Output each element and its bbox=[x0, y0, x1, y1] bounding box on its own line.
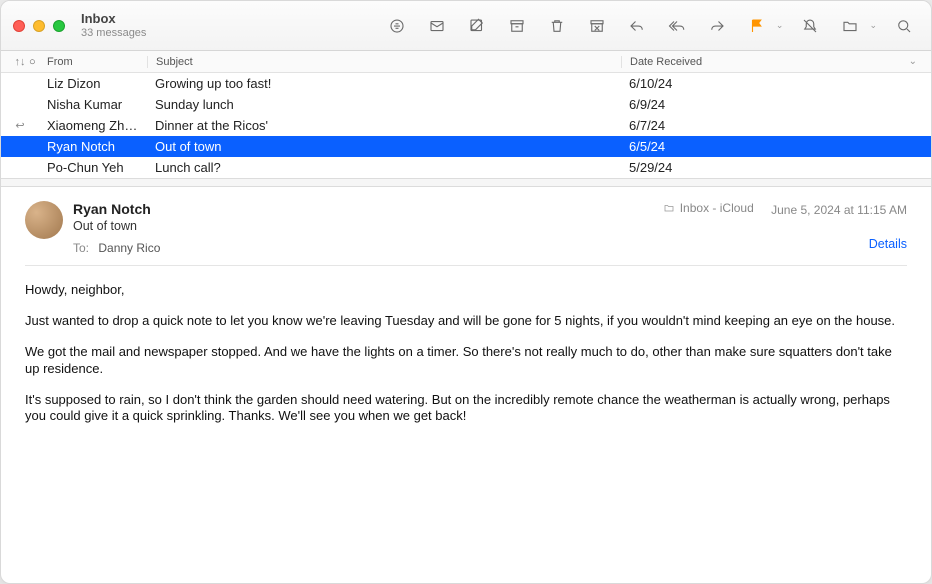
move-button[interactable] bbox=[835, 12, 865, 40]
bell-off-icon bbox=[801, 17, 819, 35]
message-subject: Out of town bbox=[73, 219, 663, 233]
row-from: Nisha Kumar bbox=[43, 97, 147, 112]
trash-icon bbox=[548, 17, 566, 35]
sender-name: Ryan Notch bbox=[73, 201, 663, 217]
subject-column-header[interactable]: Subject bbox=[147, 56, 621, 68]
compose-icon bbox=[468, 17, 486, 35]
flag-button[interactable] bbox=[742, 12, 772, 40]
message-row[interactable]: Liz DizonGrowing up too fast!6/10/24 bbox=[1, 73, 931, 94]
reply-icon bbox=[628, 17, 646, 35]
body-paragraph: We got the mail and newspaper stopped. A… bbox=[25, 344, 907, 378]
from-column-header[interactable]: From bbox=[43, 56, 147, 68]
filter-button[interactable] bbox=[382, 12, 412, 40]
date-column-label: Date Received bbox=[630, 56, 702, 68]
folder-icon bbox=[841, 17, 859, 35]
mailbox-name: Inbox - iCloud bbox=[680, 201, 754, 215]
row-date: 6/7/24 bbox=[621, 118, 921, 133]
delete-button[interactable] bbox=[542, 12, 572, 40]
replied-icon: ↩ bbox=[11, 119, 29, 132]
row-from: Liz Dizon bbox=[43, 76, 147, 91]
message-header: Ryan Notch Out of town To: Danny Rico In… bbox=[25, 201, 907, 255]
message-body: Howdy, neighbor, Just wanted to drop a qu… bbox=[25, 282, 907, 425]
message-row[interactable]: Po-Chun YehLunch call?5/29/24 bbox=[1, 157, 931, 178]
close-window-button[interactable] bbox=[13, 20, 25, 32]
mailbox-location: Inbox - iCloud bbox=[663, 201, 754, 215]
window-controls bbox=[13, 20, 65, 32]
archive-button[interactable] bbox=[502, 12, 532, 40]
message-row[interactable]: ↩ Xiaomeng Zh…Dinner at the Ricos'6/7/24 bbox=[1, 115, 931, 136]
junk-icon bbox=[588, 17, 606, 35]
forward-icon bbox=[708, 17, 726, 35]
message-row[interactable]: Ryan NotchOut of town6/5/24 bbox=[1, 136, 931, 157]
row-date: 6/10/24 bbox=[621, 76, 921, 91]
move-menu-chevron-icon[interactable]: ⌄ bbox=[869, 20, 877, 31]
filter-icon bbox=[388, 17, 406, 35]
search-icon bbox=[895, 17, 913, 35]
message-list: Liz DizonGrowing up too fast!6/10/24Nish… bbox=[1, 73, 931, 178]
row-date: 6/5/24 bbox=[621, 139, 921, 154]
message-timestamp: June 5, 2024 at 11:15 AM bbox=[771, 203, 907, 217]
zoom-window-button[interactable] bbox=[53, 20, 65, 32]
envelope-icon bbox=[428, 17, 446, 35]
mail-window: Inbox 33 messages bbox=[0, 0, 932, 584]
forward-button[interactable] bbox=[702, 12, 732, 40]
body-paragraph: It's supposed to rain, so I don't think … bbox=[25, 392, 907, 426]
folder-icon bbox=[663, 202, 675, 214]
flag-menu-chevron-icon[interactable]: ⌄ bbox=[776, 20, 784, 31]
message-row[interactable]: Nisha KumarSunday lunch6/9/24 bbox=[1, 94, 931, 115]
row-subject: Growing up too fast! bbox=[147, 76, 621, 91]
to-label: To: bbox=[73, 241, 89, 255]
archive-icon bbox=[508, 17, 526, 35]
search-button[interactable] bbox=[889, 12, 919, 40]
row-date: 6/9/24 bbox=[621, 97, 921, 112]
pane-divider[interactable] bbox=[1, 178, 931, 187]
details-link[interactable]: Details bbox=[663, 237, 907, 251]
date-column-header[interactable]: Date Received ⌄ bbox=[621, 56, 921, 68]
chevron-down-icon: ⌄ bbox=[909, 56, 921, 67]
row-subject: Out of town bbox=[147, 139, 621, 154]
mailbox-title: Inbox bbox=[81, 12, 146, 26]
mute-button[interactable] bbox=[795, 12, 825, 40]
row-from: Xiaomeng Zh… bbox=[43, 118, 147, 133]
to-line: To: Danny Rico bbox=[73, 241, 663, 255]
mailbox-subtitle: 33 messages bbox=[81, 27, 146, 39]
status-column-header[interactable]: ○ bbox=[29, 56, 43, 68]
reply-all-button[interactable] bbox=[662, 12, 692, 40]
row-from: Po-Chun Yeh bbox=[43, 160, 147, 175]
row-subject: Dinner at the Ricos' bbox=[147, 118, 621, 133]
to-name: Danny Rico bbox=[98, 241, 160, 255]
sort-column-button[interactable]: ↑↓ bbox=[11, 56, 29, 68]
reply-all-icon bbox=[668, 17, 686, 35]
body-paragraph: Howdy, neighbor, bbox=[25, 282, 907, 299]
title-block: Inbox 33 messages bbox=[81, 12, 146, 38]
reply-button[interactable] bbox=[622, 12, 652, 40]
flag-icon bbox=[748, 17, 766, 35]
message-detail-pane: Ryan Notch Out of town To: Danny Rico In… bbox=[1, 187, 931, 583]
row-date: 5/29/24 bbox=[621, 160, 921, 175]
new-message-button[interactable] bbox=[422, 12, 452, 40]
body-paragraph: Just wanted to drop a quick note to let … bbox=[25, 313, 907, 330]
compose-button[interactable] bbox=[462, 12, 492, 40]
toolbar: Inbox 33 messages bbox=[1, 1, 931, 51]
junk-button[interactable] bbox=[582, 12, 612, 40]
row-subject: Lunch call? bbox=[147, 160, 621, 175]
sender-avatar bbox=[25, 201, 63, 239]
header-divider bbox=[25, 265, 907, 266]
column-header-row: ↑↓ ○ From Subject Date Received ⌄ bbox=[1, 51, 931, 73]
minimize-window-button[interactable] bbox=[33, 20, 45, 32]
row-subject: Sunday lunch bbox=[147, 97, 621, 112]
row-from: Ryan Notch bbox=[43, 139, 147, 154]
